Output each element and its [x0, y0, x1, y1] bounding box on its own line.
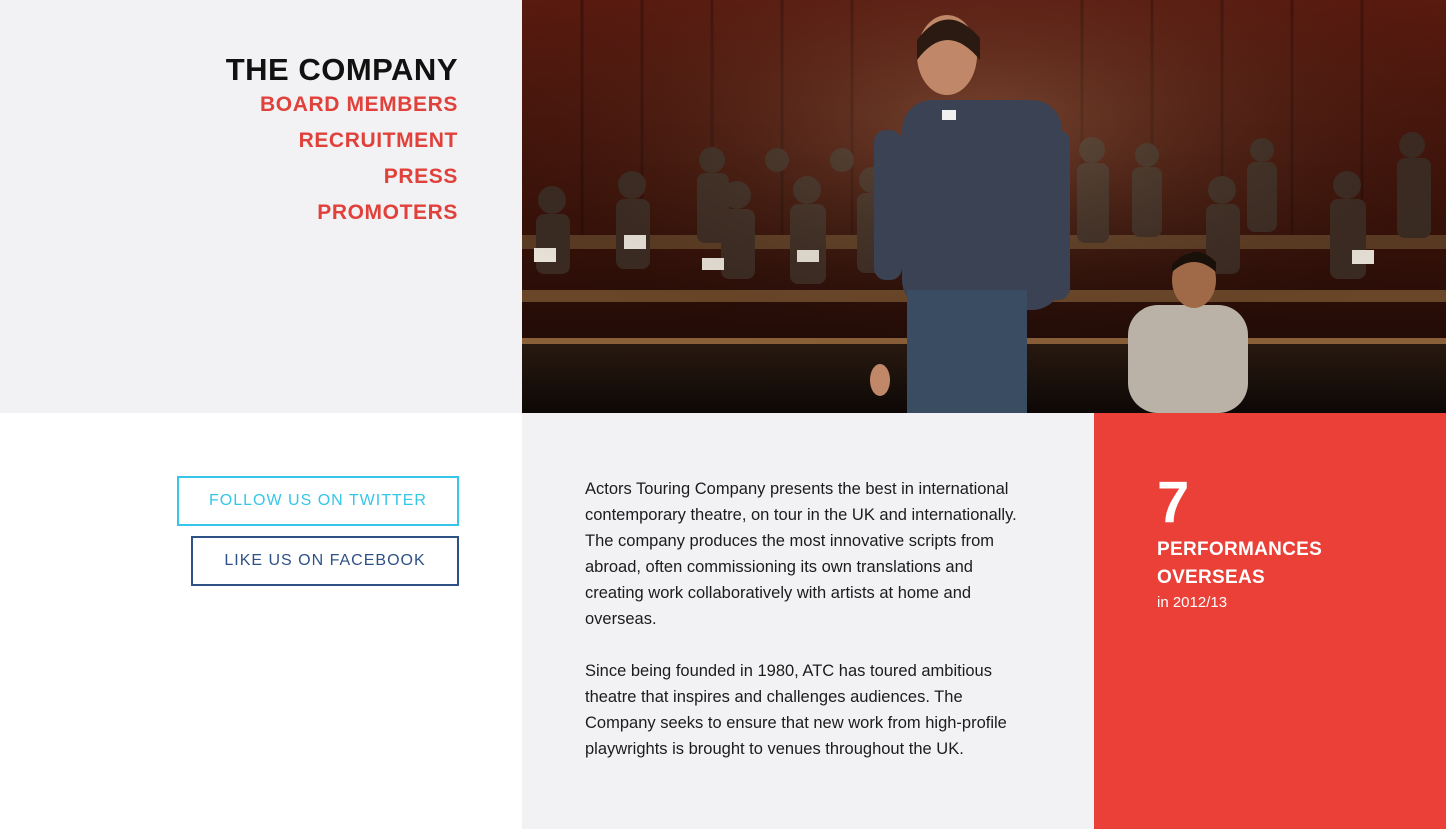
stat-label: PERFORMANCES OVERSEAS: [1157, 539, 1323, 588]
subnav-list: BOARD MEMBERS RECRUITMENT PRESS PROMOTER…: [260, 91, 458, 235]
hero-photo: [522, 0, 1446, 413]
follow-twitter-button[interactable]: FOLLOW US ON TWITTER: [177, 476, 459, 526]
stat-number: 7: [1157, 470, 1190, 535]
about-text: Actors Touring Company presents the best…: [585, 476, 1035, 788]
nav-title[interactable]: THE COMPANY: [226, 52, 458, 88]
stat-subtitle: in 2012/13: [1157, 594, 1228, 611]
stat-panel: 7 PERFORMANCES OVERSEAS in 2012/13: [1094, 413, 1446, 829]
company-nav-panel: THE COMPANY BOARD MEMBERS RECRUITMENT PR…: [0, 0, 522, 413]
nav-link-press[interactable]: PRESS: [260, 163, 458, 199]
like-facebook-button[interactable]: LIKE US ON FACEBOOK: [191, 536, 459, 586]
hero-photo-illustration: [522, 0, 1446, 413]
nav-link-promoters[interactable]: PROMOTERS: [260, 199, 458, 235]
social-panel: FOLLOW US ON TWITTER LIKE US ON FACEBOOK: [0, 413, 522, 829]
nav-link-recruitment[interactable]: RECRUITMENT: [260, 127, 458, 163]
nav-link-board-members[interactable]: BOARD MEMBERS: [260, 91, 458, 127]
about-paragraph-2: Since being founded in 1980, ATC has tou…: [585, 662, 1007, 758]
about-panel: Actors Touring Company presents the best…: [522, 413, 1094, 829]
about-paragraph-1: Actors Touring Company presents the best…: [585, 480, 1017, 628]
